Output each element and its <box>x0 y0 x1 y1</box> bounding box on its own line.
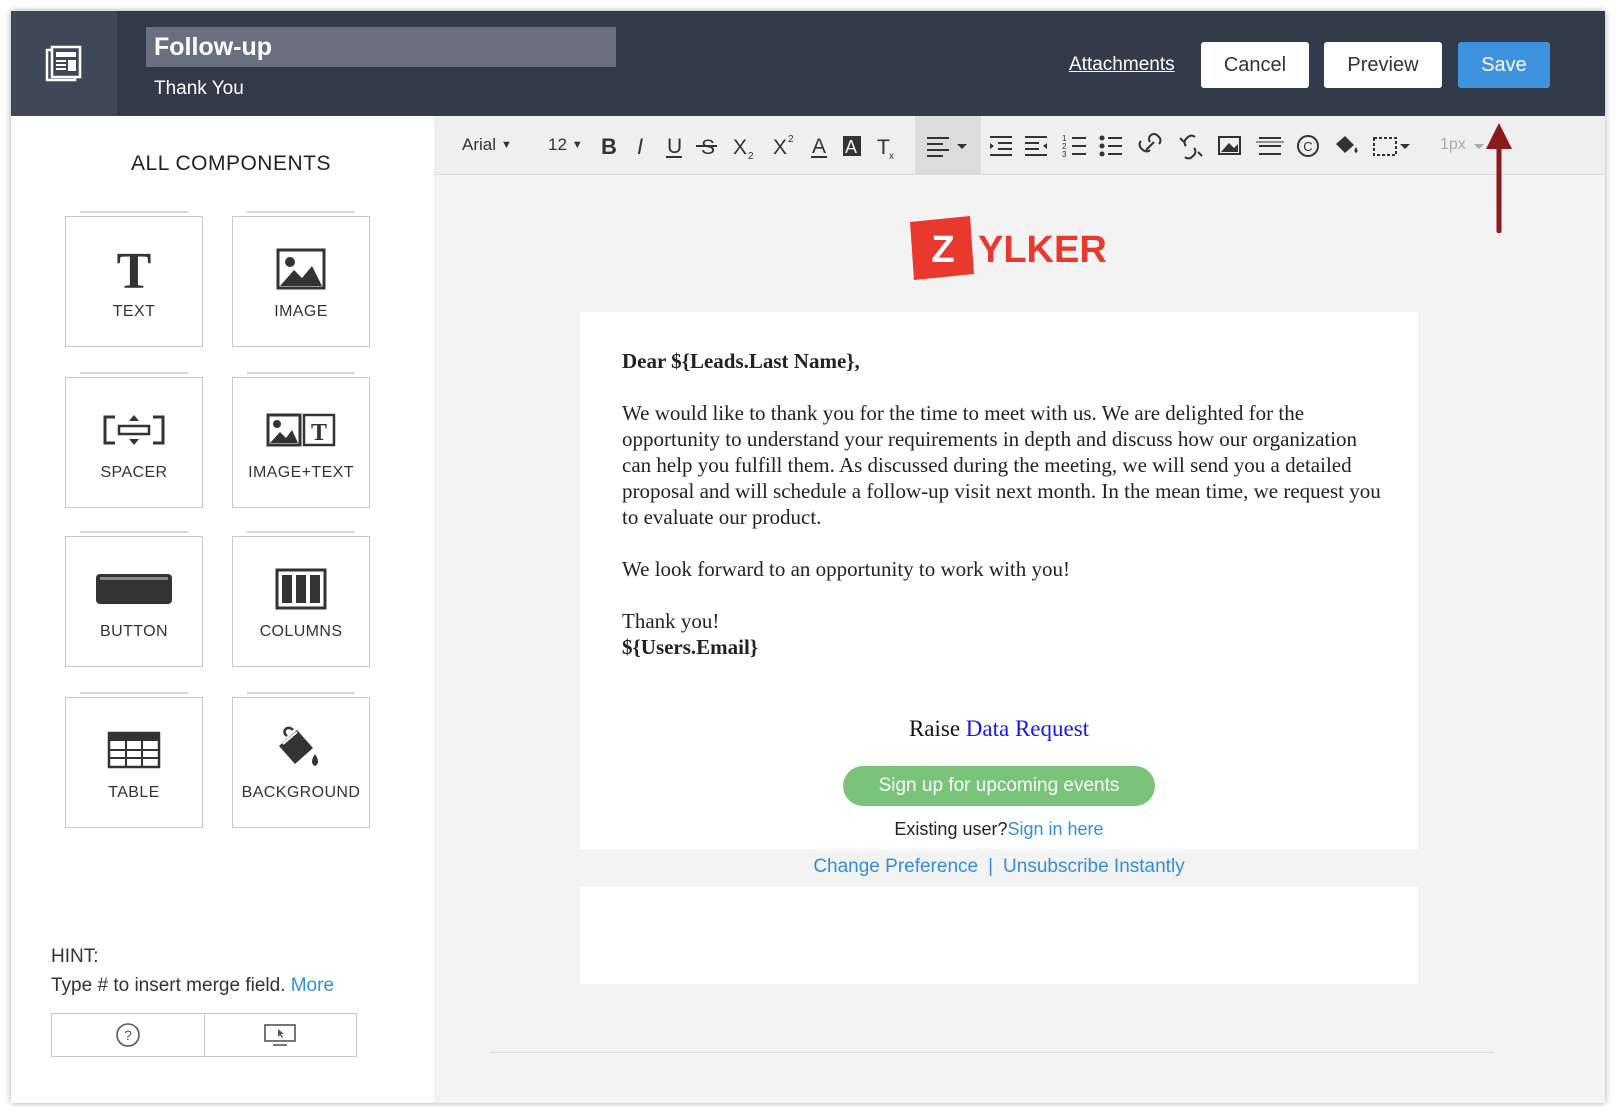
email-letter[interactable]: Dear ${Leads.Last Name}, We would like t… <box>622 348 1382 660</box>
hint-text: Type # to insert merge field. More <box>51 975 334 997</box>
cancel-button[interactable]: Cancel <box>1201 42 1309 88</box>
svg-text:2: 2 <box>1062 142 1067 151</box>
svg-text:T: T <box>311 420 327 446</box>
raise-prefix: Raise <box>908 716 961 741</box>
bottom-toolbar: ? <box>51 1013 357 1057</box>
component-spacer[interactable]: SPACER <box>65 372 203 508</box>
component-button[interactable]: BUTTON <box>65 531 203 667</box>
text-icon: T <box>66 241 202 297</box>
svg-text:2: 2 <box>788 134 794 145</box>
empty-footer-block[interactable] <box>580 887 1418 984</box>
paint-bucket-icon <box>233 722 369 778</box>
image-icon <box>233 241 369 297</box>
zylker-logo: Z YLKER <box>904 214 1114 284</box>
svg-text:I: I <box>637 134 643 159</box>
top-header: Follow-up Thank You Attachments Cancel P… <box>11 11 1605 116</box>
footer-links: Change Preference | Unsubscribe Instantly <box>580 856 1418 878</box>
divider <box>490 1052 1494 1053</box>
raise-data-request: Raise Data Request <box>580 716 1418 742</box>
formatting-toolbar: Arial ▼ 12 ▼ B I U S X2 X2 A A T x 1 2 3… <box>434 116 1605 175</box>
hint-text-body: Type # to insert merge field. <box>51 975 286 996</box>
data-request-link[interactable]: Data Request <box>966 716 1089 741</box>
svg-text:B: B <box>601 134 617 159</box>
editor-window: Follow-up Thank You Attachments Cancel P… <box>11 11 1605 1103</box>
panel-title: ALL COMPONENTS <box>131 152 331 175</box>
svg-text:C: C <box>1303 139 1312 154</box>
component-label: TEXT <box>112 303 156 320</box>
chevron-down-icon: ▼ <box>571 139 583 151</box>
attachments-link[interactable]: Attachments <box>1069 54 1175 76</box>
save-button[interactable]: Save <box>1458 42 1550 88</box>
hint-label: HINT: <box>51 946 99 967</box>
existing-prefix: Existing user? <box>894 819 1008 839</box>
preview-button[interactable]: Preview <box>1324 42 1442 88</box>
component-label: BUTTON <box>100 623 168 640</box>
template-title-input[interactable]: Follow-up <box>146 27 616 67</box>
spacer-icon <box>66 402 202 458</box>
component-image-text[interactable]: T IMAGE+TEXT <box>232 372 370 508</box>
component-background[interactable]: BACKGROUND <box>232 692 370 828</box>
logo-text: YLKER <box>978 229 1107 271</box>
components-panel: ALL COMPONENTS T TEXT IMAGE SPACER T IMA… <box>11 116 458 1103</box>
component-label: SPACER <box>100 464 168 481</box>
svg-text:X: X <box>733 136 747 159</box>
signature: ${Users.Email} <box>622 635 759 659</box>
svg-text:1: 1 <box>1062 134 1067 143</box>
component-table[interactable]: TABLE <box>65 692 203 828</box>
svg-text:3: 3 <box>1062 150 1067 159</box>
chevron-down-icon: ▼ <box>501 139 512 151</box>
svg-text:T: T <box>117 246 152 292</box>
button-icon <box>66 561 202 617</box>
component-columns[interactable]: COLUMNS <box>232 531 370 667</box>
svg-text:T: T <box>877 136 890 159</box>
existing-user-line: Existing user?Sign in here <box>580 819 1418 840</box>
template-subject[interactable]: Thank You <box>154 78 244 100</box>
component-label: IMAGE+TEXT <box>248 464 354 481</box>
font-size-value: 12 <box>548 135 567 154</box>
component-label: COLUMNS <box>259 623 343 640</box>
annotation-arrow-icon <box>1486 123 1512 233</box>
change-preference-link[interactable]: Change Preference <box>813 856 978 877</box>
columns-icon <box>233 561 369 617</box>
svg-text:X: X <box>773 136 787 159</box>
sign-in-link[interactable]: Sign in here <box>1007 819 1103 839</box>
signup-events-button[interactable]: Sign up for upcoming events <box>843 766 1155 806</box>
component-text[interactable]: T TEXT <box>65 211 203 347</box>
align-active-bg <box>915 116 981 174</box>
svg-text:U: U <box>667 135 682 158</box>
link-separator: | <box>988 856 994 877</box>
preview-screen-icon[interactable] <box>203 1014 357 1056</box>
svg-text:x: x <box>889 151 894 162</box>
component-image[interactable]: IMAGE <box>232 211 370 347</box>
unsubscribe-link[interactable]: Unsubscribe Instantly <box>1003 856 1185 877</box>
hint-more-link[interactable]: More <box>291 975 334 996</box>
template-icon <box>11 11 117 116</box>
logo-letter: Z <box>931 229 954 271</box>
image-text-icon: T <box>233 402 369 458</box>
border-width-select[interactable]: 1px <box>1440 116 1466 174</box>
svg-text:S: S <box>701 136 715 159</box>
svg-text:A: A <box>812 135 826 158</box>
paragraph-thanks: We would like to thank you for the time … <box>622 401 1381 529</box>
email-editor: Arial ▼ 12 ▼ B I U S X2 X2 A A T x 1 2 3… <box>434 116 1605 1103</box>
greeting: Dear ${Leads.Last Name}, <box>622 349 860 373</box>
table-icon <box>66 722 202 778</box>
font-size-select[interactable]: 12 ▼ <box>548 116 583 174</box>
component-label: IMAGE <box>274 303 328 320</box>
component-label: BACKGROUND <box>241 784 361 801</box>
font-family-select[interactable]: Arial ▼ <box>462 116 512 174</box>
paragraph-forward: We look forward to an opportunity to wor… <box>622 557 1070 581</box>
email-body-card[interactable]: Dear ${Leads.Last Name}, We would like t… <box>580 312 1418 849</box>
closing: Thank you! <box>622 609 720 633</box>
component-label: TABLE <box>108 784 160 801</box>
svg-text:A: A <box>845 137 857 157</box>
help-icon[interactable]: ? <box>52 1014 204 1056</box>
svg-text:?: ? <box>124 1027 132 1043</box>
svg-text:2: 2 <box>748 151 754 162</box>
font-family-value: Arial <box>462 135 497 154</box>
